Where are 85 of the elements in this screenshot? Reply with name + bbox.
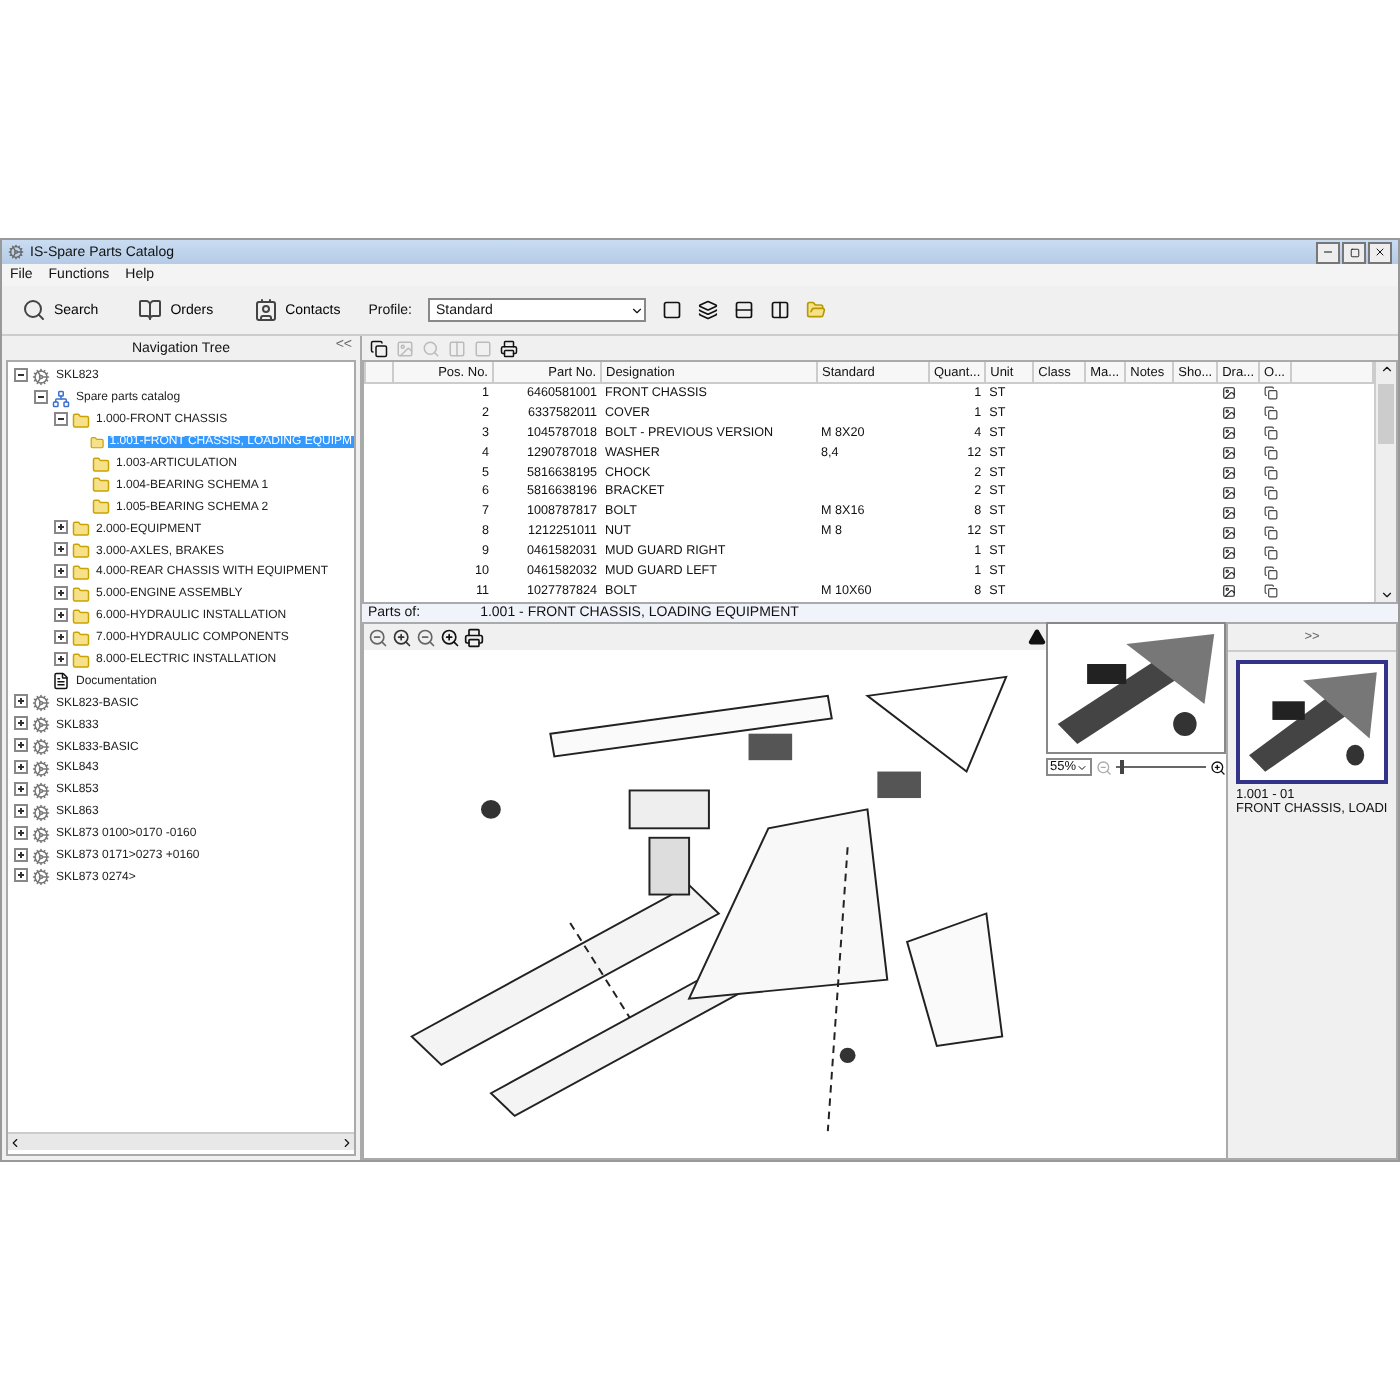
folder-icon bbox=[72, 520, 90, 539]
expand-icon[interactable] bbox=[54, 651, 68, 666]
drawing-icon[interactable] bbox=[1221, 406, 1236, 421]
drawing-icon[interactable] bbox=[1221, 565, 1236, 580]
minimize-icon bbox=[1322, 246, 1334, 258]
vertical-scrollbar[interactable] bbox=[1374, 362, 1396, 602]
expand-icon[interactable] bbox=[54, 585, 68, 600]
network-icon bbox=[52, 389, 70, 408]
folder-icon bbox=[72, 563, 90, 582]
minimize-button[interactable] bbox=[1316, 241, 1340, 263]
maximize-button[interactable] bbox=[1342, 241, 1366, 263]
rows-icon[interactable] bbox=[734, 300, 755, 320]
copy-icon[interactable] bbox=[1263, 565, 1278, 580]
drawing-icon[interactable] bbox=[1221, 446, 1236, 461]
folder-icon bbox=[92, 498, 110, 517]
print-icon[interactable] bbox=[500, 339, 518, 357]
orders-icon bbox=[138, 298, 163, 322]
maximize-icon bbox=[1349, 247, 1359, 257]
zoom-in-icon[interactable] bbox=[392, 627, 412, 647]
expand-icon[interactable] bbox=[54, 563, 68, 578]
close-button[interactable] bbox=[1368, 241, 1392, 263]
expand-icon[interactable] bbox=[14, 868, 28, 883]
scrollbar-thumb[interactable] bbox=[1378, 384, 1394, 444]
expand-icon[interactable] bbox=[14, 781, 28, 796]
copy-icon[interactable] bbox=[1263, 545, 1278, 560]
copy-icon[interactable] bbox=[1263, 485, 1278, 500]
drawing-icon[interactable] bbox=[1221, 525, 1236, 540]
print-icon[interactable] bbox=[464, 627, 484, 647]
window-icon[interactable] bbox=[662, 300, 683, 320]
expand-icon[interactable] bbox=[14, 825, 28, 840]
drawing-icon[interactable] bbox=[1221, 545, 1236, 560]
drawing-icon[interactable] bbox=[1221, 505, 1236, 520]
expand-icon[interactable] bbox=[54, 607, 68, 622]
copy-icon[interactable] bbox=[1263, 446, 1278, 461]
copy-icon[interactable] bbox=[1263, 584, 1278, 599]
drawing-icon[interactable] bbox=[1221, 485, 1236, 500]
folder-icon bbox=[72, 585, 90, 604]
expand-icon[interactable] bbox=[54, 629, 68, 644]
expand-icon[interactable] bbox=[14, 738, 28, 753]
expand-icon[interactable] bbox=[14, 716, 28, 731]
folder-icon bbox=[72, 607, 90, 626]
contacts-icon bbox=[253, 298, 278, 322]
collapse-icon[interactable] bbox=[34, 389, 48, 404]
folder-icon bbox=[72, 651, 90, 670]
dropdown-icon bbox=[630, 303, 645, 317]
expand-icon[interactable] bbox=[14, 759, 28, 774]
expand-icon[interactable] bbox=[14, 803, 28, 818]
expand-icon[interactable] bbox=[54, 520, 68, 535]
thumbnail[interactable] bbox=[1236, 660, 1388, 784]
copy-icon[interactable] bbox=[1263, 386, 1278, 401]
drawing-icon[interactable] bbox=[1221, 426, 1236, 441]
copy-icon[interactable] bbox=[1263, 466, 1278, 481]
expand-icon[interactable] bbox=[14, 847, 28, 862]
copy-icon[interactable] bbox=[1263, 406, 1278, 421]
dropdown-icon bbox=[1076, 761, 1089, 773]
copy-icon[interactable] bbox=[1263, 426, 1278, 441]
slider-thumb[interactable] bbox=[1120, 760, 1125, 774]
zoom-out-icon[interactable] bbox=[368, 627, 388, 647]
columns-icon[interactable] bbox=[770, 300, 791, 320]
zoom-out-icon[interactable] bbox=[416, 627, 436, 647]
document-icon bbox=[52, 672, 70, 691]
drawing-icon[interactable] bbox=[1221, 466, 1236, 481]
folder-icon bbox=[72, 411, 90, 430]
expand-icon[interactable] bbox=[54, 542, 68, 557]
folder-icon bbox=[92, 476, 110, 495]
folder-icon bbox=[72, 629, 90, 648]
close-icon bbox=[1374, 246, 1386, 258]
copy-icon[interactable] bbox=[1263, 505, 1278, 520]
zoom-in-icon[interactable] bbox=[440, 627, 460, 647]
search-icon bbox=[22, 298, 46, 322]
up-arrow-icon[interactable] bbox=[1028, 628, 1046, 646]
layers-icon[interactable] bbox=[698, 300, 719, 320]
expand-icon[interactable] bbox=[14, 694, 28, 709]
collapse-icon[interactable] bbox=[14, 367, 28, 382]
copy-icon[interactable] bbox=[1263, 525, 1278, 540]
folder-icon bbox=[89, 433, 104, 452]
drawing-icon[interactable] bbox=[1221, 386, 1236, 401]
folder-icon bbox=[72, 542, 90, 561]
copy-icon[interactable] bbox=[370, 339, 388, 357]
drawing-icon[interactable] bbox=[1221, 584, 1236, 599]
folder-icon bbox=[92, 455, 110, 473]
app-icon bbox=[8, 244, 24, 260]
collapse-icon[interactable] bbox=[54, 411, 68, 426]
zoom-in-icon[interactable] bbox=[1210, 759, 1226, 775]
horizontal-scrollbar[interactable] bbox=[8, 1132, 354, 1150]
